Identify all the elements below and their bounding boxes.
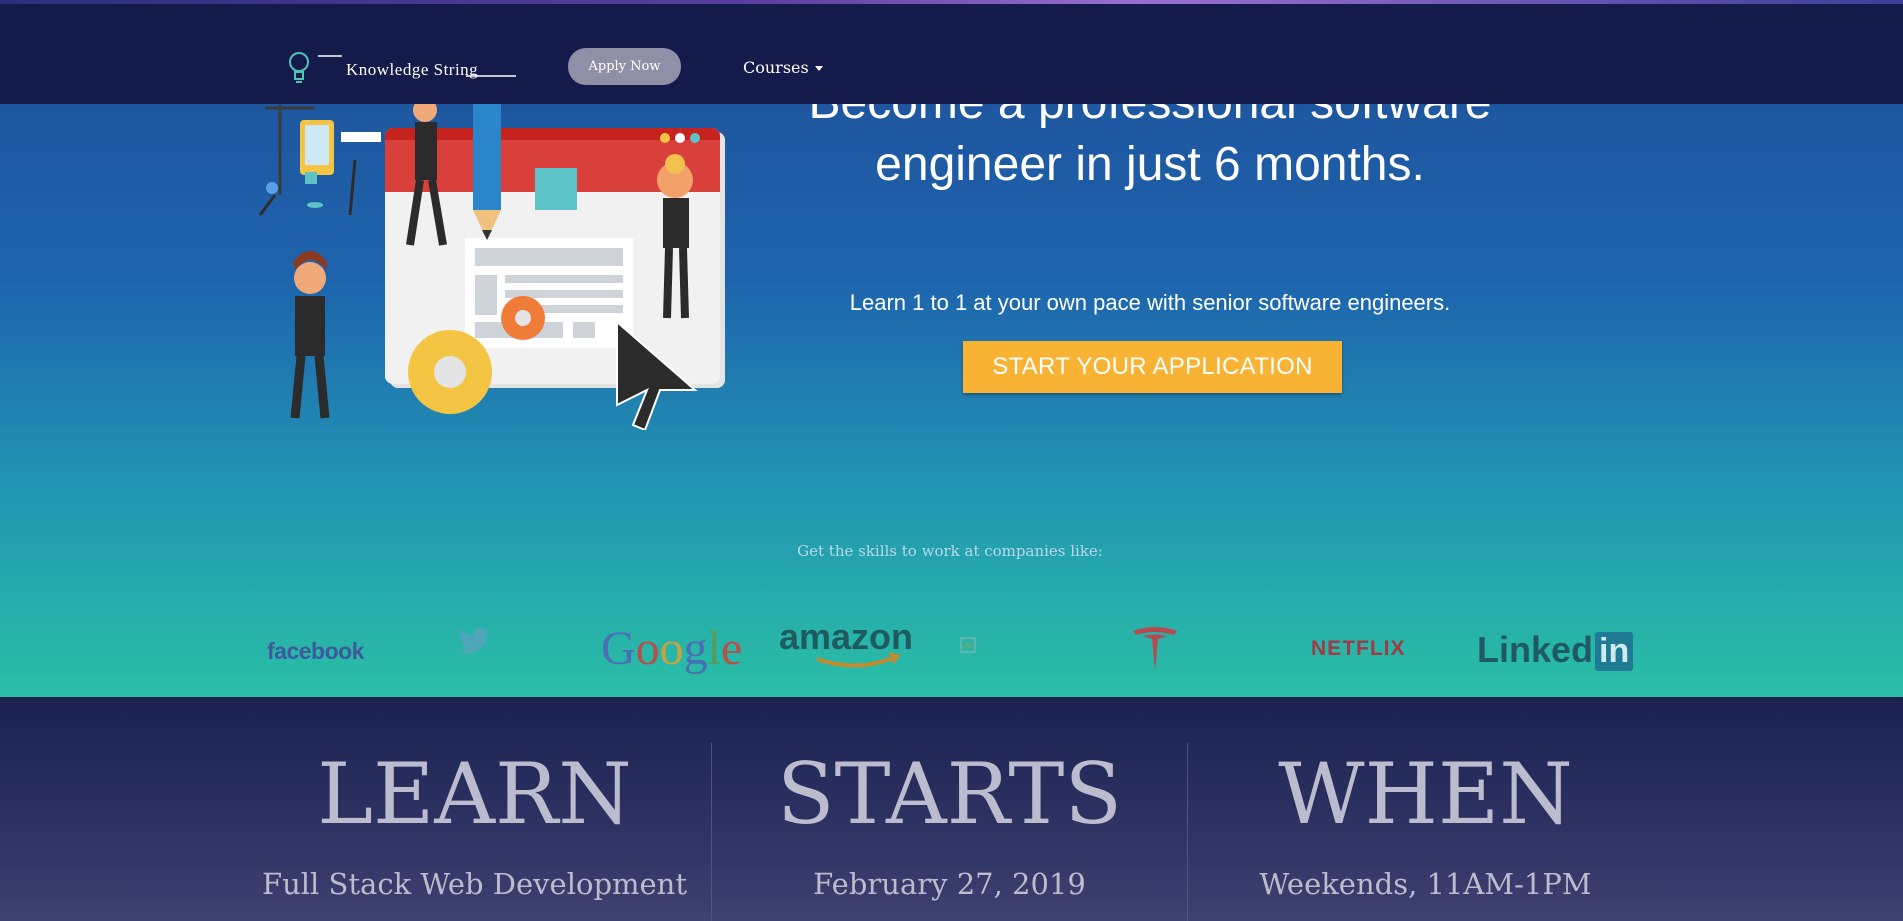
info-value: Weekends, 11AM-1PM — [1259, 867, 1592, 901]
apply-now-button[interactable]: Apply Now — [568, 48, 681, 85]
company-logos: facebook Google amazon NETFLIX Linked in — [0, 615, 1903, 685]
linkedin-text: Linked — [1477, 629, 1594, 670]
netflix-logo: NETFLIX — [1311, 637, 1406, 660]
info-when: WHEN Weekends, 11AM-1PM — [1188, 697, 1663, 921]
companies-heading: Get the skills to work at companies like… — [797, 542, 1103, 560]
info-title: STARTS — [777, 745, 1122, 843]
caret-down-icon — [814, 66, 823, 71]
google-logo: Google — [601, 622, 743, 675]
info-value: Full Stack Web Development — [261, 867, 688, 901]
facebook-logo: facebook — [267, 638, 364, 664]
linkedin-in-badge: in — [1595, 632, 1634, 671]
tesla-icon — [1133, 627, 1177, 671]
amazon-logo: amazon — [779, 616, 913, 668]
courses-dropdown[interactable]: Courses — [743, 58, 823, 77]
top-accent-line — [0, 0, 1903, 4]
start-application-button[interactable]: START YOUR APPLICATION — [963, 341, 1342, 393]
hero-section: Become a professional software engineer … — [0, 0, 1903, 697]
twitter-icon — [458, 627, 490, 654]
site-logo[interactable]: Knowledge String — [286, 48, 516, 88]
info-title: LEARN — [317, 745, 632, 843]
info-starts: STARTS February 27, 2019 — [712, 697, 1187, 921]
info-learn: LEARN Full Stack Web Development — [237, 697, 712, 921]
hero-subtitle: Learn 1 to 1 at your own pace with senio… — [849, 290, 1451, 315]
hero-illustration — [258, 100, 725, 430]
broken-image-icon — [960, 637, 976, 653]
info-title: WHEN — [1278, 745, 1573, 843]
linkedin-logo: Linked in — [1477, 629, 1634, 671]
info-value: February 27, 2019 — [813, 867, 1086, 901]
construction-crane-icon — [258, 105, 381, 216]
courses-label: Courses — [743, 58, 809, 77]
navbar: Knowledge String Apply Now Courses — [0, 4, 1903, 104]
amazon-text: amazon — [779, 616, 913, 657]
logo-text: Knowledge String — [346, 60, 479, 79]
headline-line-2: engineer in just 6 months. — [875, 138, 1425, 191]
course-info-section: LEARN Full Stack Web Development STARTS … — [0, 697, 1903, 921]
lightbulb-icon — [289, 52, 309, 83]
